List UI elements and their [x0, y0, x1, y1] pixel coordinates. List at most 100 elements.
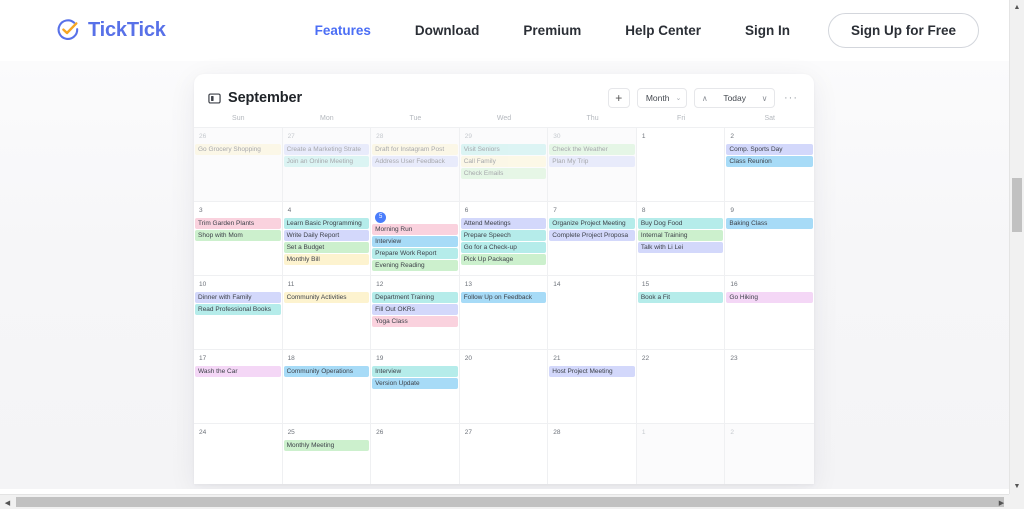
- calendar-event[interactable]: Baking Class: [726, 218, 813, 229]
- day-cell[interactable]: 27: [460, 424, 549, 484]
- calendar-event[interactable]: Join an Online Meeting: [284, 156, 370, 167]
- calendar-event[interactable]: Call Family: [461, 156, 547, 167]
- day-cell[interactable]: 15Book a Fit: [637, 276, 726, 349]
- scroll-right-arrow-icon[interactable]: ▶: [994, 495, 1009, 510]
- day-cell[interactable]: 5Morning RunInterviewPrepare Work Report…: [371, 202, 460, 275]
- day-cell[interactable]: 26Go Grocery Shopping: [194, 128, 283, 201]
- calendar-event[interactable]: Go for a Check-up: [461, 242, 547, 253]
- day-cell[interactable]: 10Dinner with FamilyRead Professional Bo…: [194, 276, 283, 349]
- calendar-event[interactable]: Follow Up on Feedback: [461, 292, 547, 303]
- calendar-event[interactable]: Wash the Car: [195, 366, 281, 377]
- scroll-left-arrow-icon[interactable]: ◀: [0, 495, 15, 510]
- calendar-event[interactable]: Prepare Speech: [461, 230, 547, 241]
- nav-link-sign-in[interactable]: Sign In: [723, 23, 812, 38]
- calendar-event[interactable]: Community Activities: [284, 292, 370, 303]
- calendar-event[interactable]: Shop with Mom: [195, 230, 281, 241]
- day-cell[interactable]: 9Baking Class: [725, 202, 814, 275]
- day-cell[interactable]: 1: [637, 424, 726, 484]
- nav-link-premium[interactable]: Premium: [501, 23, 603, 38]
- calendar-event[interactable]: Plan My Trip: [549, 156, 635, 167]
- nav-link-help-center[interactable]: Help Center: [603, 23, 723, 38]
- horizontal-scrollbar[interactable]: ◀ ▶: [0, 494, 1024, 509]
- calendar-event[interactable]: Version Update: [372, 378, 458, 389]
- day-cell[interactable]: 8Buy Dog FoodInternal TrainingTalk with …: [637, 202, 726, 275]
- scroll-down-arrow-icon[interactable]: ▼: [1010, 479, 1024, 494]
- day-cell[interactable]: 11Community Activities: [283, 276, 372, 349]
- calendar-event[interactable]: Morning Run: [372, 224, 458, 235]
- calendar-event[interactable]: Prepare Work Report: [372, 248, 458, 259]
- calendar-event[interactable]: Set a Budget: [284, 242, 370, 253]
- day-cell[interactable]: 21Host Project Meeting: [548, 350, 637, 423]
- calendar-event[interactable]: Book a Fit: [638, 292, 724, 303]
- today-button[interactable]: Today: [714, 89, 755, 107]
- day-cell[interactable]: 7Organize Project MeetingComplete Projec…: [548, 202, 637, 275]
- day-cell[interactable]: 3Trim Garden PlantsShop with Mom: [194, 202, 283, 275]
- day-cell[interactable]: 4Learn Basic ProgrammingWrite Daily Repo…: [283, 202, 372, 275]
- calendar-event[interactable]: Go Grocery Shopping: [195, 144, 281, 155]
- day-cell[interactable]: 16Go Hiking: [725, 276, 814, 349]
- calendar-event[interactable]: Go Hiking: [726, 292, 813, 303]
- day-cell[interactable]: 24: [194, 424, 283, 484]
- calendar-event[interactable]: Community Operations: [284, 366, 370, 377]
- calendar-event[interactable]: Monthly Bill: [284, 254, 370, 265]
- day-cell[interactable]: 25Monthly Meeting: [283, 424, 372, 484]
- calendar-event[interactable]: Check Emails: [461, 168, 547, 179]
- calendar-event[interactable]: Pick Up Package: [461, 254, 547, 265]
- calendar-event[interactable]: Write Daily Report: [284, 230, 370, 241]
- scroll-up-arrow-icon[interactable]: ▲: [1010, 0, 1024, 15]
- day-cell[interactable]: 17Wash the Car: [194, 350, 283, 423]
- day-cell[interactable]: 29Visit SeniorsCall FamilyCheck Emails: [460, 128, 549, 201]
- calendar-event[interactable]: Evening Reading: [372, 260, 458, 271]
- next-period-button[interactable]: ∨: [755, 89, 774, 107]
- calendar-event[interactable]: Talk with Li Lei: [638, 242, 724, 253]
- calendar-event[interactable]: Attend Meetings: [461, 218, 547, 229]
- day-cell[interactable]: 18Community Operations: [283, 350, 372, 423]
- day-cell[interactable]: 23: [725, 350, 814, 423]
- calendar-event[interactable]: Check the Weather: [549, 144, 635, 155]
- calendar-event[interactable]: Address User Feedback: [372, 156, 458, 167]
- vertical-scrollbar[interactable]: ▲ ▼: [1009, 0, 1024, 494]
- calendar-event[interactable]: Interview: [372, 236, 458, 247]
- calendar-event[interactable]: Monthly Meeting: [284, 440, 370, 451]
- day-cell[interactable]: 14: [548, 276, 637, 349]
- calendar-event[interactable]: Create a Marketing Strate: [284, 144, 370, 155]
- day-cell[interactable]: 27Create a Marketing StrateJoin an Onlin…: [283, 128, 372, 201]
- day-cell[interactable]: 28: [548, 424, 637, 484]
- calendar-event[interactable]: Class Reunion: [726, 156, 813, 167]
- calendar-event[interactable]: Draft for Instagram Post: [372, 144, 458, 155]
- calendar-event[interactable]: Comp. Sports Day: [726, 144, 813, 155]
- calendar-event[interactable]: Department Training: [372, 292, 458, 303]
- day-cell[interactable]: 19InterviewVersion Update: [371, 350, 460, 423]
- calendar-event[interactable]: Organize Project Meeting: [549, 218, 635, 229]
- calendar-event[interactable]: Dinner with Family: [195, 292, 281, 303]
- day-cell[interactable]: 2Comp. Sports DayClass Reunion: [725, 128, 814, 201]
- calendar-event[interactable]: Interview: [372, 366, 458, 377]
- nav-link-download[interactable]: Download: [393, 23, 502, 38]
- calendar-event[interactable]: Fill Out OKRs: [372, 304, 458, 315]
- calendar-event[interactable]: Learn Basic Programming: [284, 218, 370, 229]
- calendar-event[interactable]: Yoga Class: [372, 316, 458, 327]
- sign-up-button[interactable]: Sign Up for Free: [828, 13, 979, 48]
- horizontal-scrollbar-thumb[interactable]: [16, 497, 1004, 507]
- day-cell[interactable]: 12Department TrainingFill Out OKRsYoga C…: [371, 276, 460, 349]
- calendar-event[interactable]: Complete Project Proposa: [549, 230, 635, 241]
- add-task-button[interactable]: +: [608, 88, 630, 108]
- calendar-event[interactable]: Trim Garden Plants: [195, 218, 281, 229]
- calendar-event[interactable]: Host Project Meeting: [549, 366, 635, 377]
- more-options-button[interactable]: ···: [782, 92, 800, 104]
- calendar-event[interactable]: Visit Seniors: [461, 144, 547, 155]
- day-cell[interactable]: 1: [637, 128, 726, 201]
- day-cell[interactable]: 6Attend MeetingsPrepare SpeechGo for a C…: [460, 202, 549, 275]
- calendar-event[interactable]: Internal Training: [638, 230, 724, 241]
- sidebar-panel-icon[interactable]: [208, 92, 221, 105]
- day-cell[interactable]: 20: [460, 350, 549, 423]
- calendar-event[interactable]: Buy Dog Food: [638, 218, 724, 229]
- day-cell[interactable]: 13Follow Up on Feedback: [460, 276, 549, 349]
- brand-logo-link[interactable]: TickTick: [56, 18, 166, 42]
- vertical-scrollbar-thumb[interactable]: [1012, 178, 1022, 232]
- day-cell[interactable]: 22: [637, 350, 726, 423]
- day-cell[interactable]: 2: [725, 424, 814, 484]
- day-cell[interactable]: 30Check the WeatherPlan My Trip: [548, 128, 637, 201]
- view-mode-select[interactable]: Month ⌄: [637, 88, 688, 108]
- calendar-event[interactable]: Read Professional Books: [195, 304, 281, 315]
